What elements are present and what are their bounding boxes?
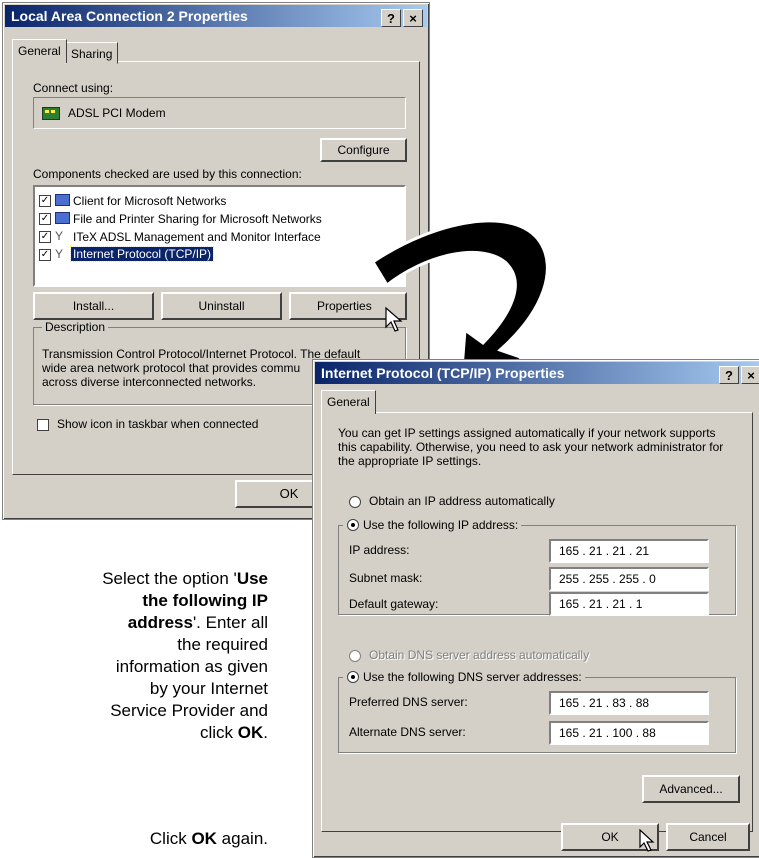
ip-address-label: IP address: xyxy=(349,543,410,557)
alternate-dns-label: Alternate DNS server: xyxy=(349,725,466,739)
use-dns-legend: Use the following DNS server addresses: xyxy=(343,670,585,684)
lan-dialog-titlebar[interactable]: Local Area Connection 2 Properties ? × xyxy=(5,5,427,27)
instruction-line: the following IP xyxy=(142,591,268,610)
instruction-line: information as given xyxy=(115,657,268,676)
install-label: Install... xyxy=(72,299,115,313)
instruction-line: click OK. xyxy=(199,723,268,742)
list-item[interactable]: ✓ Y Internet Protocol (TCP/IP) xyxy=(39,246,399,263)
obtain-dns-auto-label: Obtain DNS server address automatically xyxy=(369,648,590,662)
configure-button[interactable]: Configure xyxy=(320,138,407,162)
tcpip-dialog-titlebar[interactable]: Internet Protocol (TCP/IP) Properties ? … xyxy=(315,362,759,384)
advanced-button[interactable]: Advanced... xyxy=(642,775,740,803)
use-following-ip-radio[interactable] xyxy=(347,519,359,531)
tab-general[interactable]: General xyxy=(321,390,376,414)
protocol-icon: Y xyxy=(55,247,64,261)
description-legend: Description xyxy=(42,320,109,334)
instruction-line: by your Internet xyxy=(149,679,268,698)
component-label: ITeX ADSL Management and Monitor Interfa… xyxy=(73,230,321,244)
close-button[interactable]: × xyxy=(403,9,423,27)
protocol-icon: Y xyxy=(55,229,64,243)
component-label: File and Printer Sharing for Microsoft N… xyxy=(73,212,322,226)
adapter-field: ADSL PCI Modem xyxy=(33,97,406,129)
uninstall-label: Uninstall xyxy=(198,299,245,313)
adapter-name: ADSL PCI Modem xyxy=(68,106,166,120)
list-item[interactable]: ✓ File and Printer Sharing for Microsoft… xyxy=(39,211,399,227)
tcpip-ok-label: OK xyxy=(601,830,619,844)
lan-dialog-title: Local Area Connection 2 Properties xyxy=(11,8,248,24)
use-following-dns-label: Use the following DNS server addresses: xyxy=(363,670,582,684)
tcpip-general-panel xyxy=(321,412,753,832)
description-line-2: wide area network protocol that provides… xyxy=(42,361,301,375)
instruction-text: Select the option 'Use the following IP … xyxy=(0,568,268,744)
lan-ok-label: OK xyxy=(279,486,299,501)
instruction-line: Click OK again. xyxy=(149,829,268,848)
subnet-mask-label: Subnet mask: xyxy=(349,571,423,585)
connect-using-label: Connect using: xyxy=(33,81,114,95)
ip-address-group: Use the following IP address: IP address… xyxy=(338,518,736,616)
close-button[interactable]: × xyxy=(741,366,759,384)
network-client-icon xyxy=(55,194,70,206)
components-label: Components checked are used by this conn… xyxy=(33,167,302,181)
list-item[interactable]: ✓ Y ITeX ADSL Management and Monitor Int… xyxy=(39,229,399,245)
dns-group: Use the following DNS server addresses: … xyxy=(338,670,736,753)
help-button[interactable]: ? xyxy=(719,366,739,384)
component-label-selected: Internet Protocol (TCP/IP) xyxy=(69,246,215,262)
tab-general[interactable]: General xyxy=(12,39,67,63)
intro-line-1: You can get IP settings assigned automat… xyxy=(338,426,716,440)
instruction-text-2: Click OK again. xyxy=(0,828,268,850)
modem-icon xyxy=(42,107,60,120)
component-checkbox[interactable]: ✓ xyxy=(39,195,51,207)
default-gateway-field[interactable]: 165 . 21 . 21 . 1 xyxy=(549,592,709,616)
use-following-ip-label: Use the following IP address: xyxy=(363,518,519,532)
use-following-dns-radio[interactable] xyxy=(347,671,359,683)
cancel-label: Cancel xyxy=(689,830,727,844)
tcpip-properties-dialog: Internet Protocol (TCP/IP) Properties ? … xyxy=(312,359,759,858)
component-label: Client for Microsoft Networks xyxy=(73,194,227,208)
intro-line-3: the appropriate IP settings. xyxy=(338,454,482,468)
obtain-ip-auto-label: Obtain an IP address automatically xyxy=(369,494,555,508)
component-checkbox[interactable]: ✓ xyxy=(39,231,51,243)
instruction-line: address'. Enter all xyxy=(127,613,268,632)
use-ip-legend: Use the following IP address: xyxy=(343,518,522,532)
components-list[interactable]: ✓ Client for Microsoft Networks ✓ File a… xyxy=(33,185,406,287)
obtain-ip-auto-radio[interactable] xyxy=(349,496,361,508)
instruction-line: the required xyxy=(177,635,268,654)
tab-sharing[interactable]: Sharing xyxy=(65,42,119,64)
description-line-3: across diverse interconnected networks. xyxy=(42,375,257,389)
file-printer-sharing-icon xyxy=(55,212,70,224)
tcpip-dialog-title: Internet Protocol (TCP/IP) Properties xyxy=(321,365,565,381)
properties-label: Properties xyxy=(317,299,372,313)
component-checkbox[interactable]: ✓ xyxy=(39,213,51,225)
advanced-label: Advanced... xyxy=(659,782,723,796)
preferred-dns-field[interactable]: 165 . 21 . 83 . 88 xyxy=(549,691,709,715)
subnet-mask-field[interactable]: 255 . 255 . 255 . 0 xyxy=(549,567,709,591)
list-item[interactable]: ✓ Client for Microsoft Networks xyxy=(39,193,399,209)
uninstall-button[interactable]: Uninstall xyxy=(161,292,282,320)
ip-address-field[interactable]: 165 . 21 . 21 . 21 xyxy=(549,539,709,563)
show-icon-label: Show icon in taskbar when connected xyxy=(57,417,259,431)
default-gateway-label: Default gateway: xyxy=(349,597,439,611)
instruction-line: Service Provider and xyxy=(110,701,268,720)
preferred-dns-label: Preferred DNS server: xyxy=(349,695,468,709)
alternate-dns-field[interactable]: 165 . 21 . 100 . 88 xyxy=(549,721,709,745)
intro-line-2: this capability. Otherwise, you need to … xyxy=(338,440,724,454)
obtain-dns-auto-radio[interactable] xyxy=(349,650,361,662)
cancel-button[interactable]: Cancel xyxy=(666,823,750,851)
show-icon-checkbox[interactable] xyxy=(37,419,49,431)
mouse-cursor-icon xyxy=(639,829,655,852)
instruction-line: Select the option 'Use xyxy=(102,569,268,588)
configure-label: Configure xyxy=(337,143,390,157)
install-button[interactable]: Install... xyxy=(33,292,154,320)
help-button[interactable]: ? xyxy=(381,9,401,27)
component-checkbox[interactable]: ✓ xyxy=(39,249,51,261)
